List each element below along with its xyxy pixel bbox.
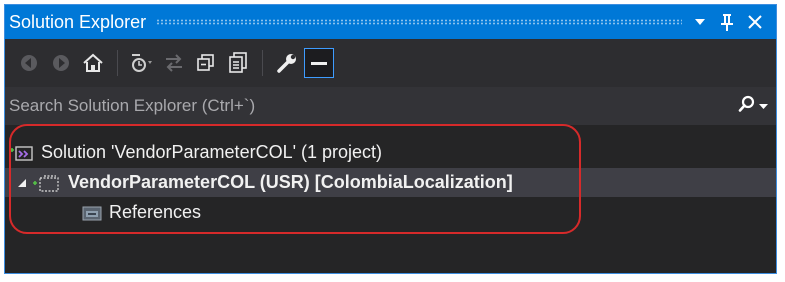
show-all-files-icon[interactable] xyxy=(224,49,252,77)
tree-item-label: Solution 'VendorParameterCOL' (1 project… xyxy=(41,142,383,162)
project-icon xyxy=(32,173,62,193)
pending-changes-filter-icon[interactable] xyxy=(128,49,156,77)
search-input[interactable] xyxy=(5,90,738,122)
search-button[interactable] xyxy=(738,95,776,118)
home-icon[interactable] xyxy=(79,49,107,77)
solution-tree: Solution 'VendorParameterCOL' (1 project… xyxy=(5,125,776,273)
tree-item-label: References xyxy=(109,202,202,222)
references-icon xyxy=(81,204,103,222)
tree-item-references[interactable]: References xyxy=(5,198,776,227)
back-icon[interactable] xyxy=(15,49,43,77)
title-grip[interactable] xyxy=(156,19,682,25)
toolbar xyxy=(5,39,776,87)
title-bar: Solution Explorer xyxy=(5,5,776,39)
forward-icon[interactable] xyxy=(47,49,75,77)
properties-wrench-icon[interactable] xyxy=(273,49,301,77)
toolbar-separator xyxy=(262,50,263,76)
panel-title: Solution Explorer xyxy=(9,11,147,32)
sync-with-active-document-icon[interactable] xyxy=(160,49,188,77)
dropdown-arrow-icon[interactable] xyxy=(694,17,706,27)
tree-item-solution[interactable]: Solution 'VendorParameterCOL' (1 project… xyxy=(5,138,776,167)
expand-triangle-icon[interactable] xyxy=(16,177,28,189)
search-icon[interactable] xyxy=(738,95,756,118)
search-options-dropdown-icon[interactable] xyxy=(759,97,768,115)
preview-selected-items-icon[interactable] xyxy=(304,48,334,78)
pin-icon[interactable] xyxy=(720,13,734,31)
tree-item-label: VendorParameterCOL (USR) [ColombiaLocali… xyxy=(68,172,513,192)
toolbar-separator xyxy=(117,50,118,76)
collapse-all-icon[interactable] xyxy=(192,49,220,77)
close-icon[interactable] xyxy=(748,15,762,29)
solution-icon xyxy=(9,143,35,163)
search-bar xyxy=(5,87,776,125)
solution-explorer-panel: Solution Explorer Search Solution Explor… xyxy=(4,4,777,274)
tree-item-project[interactable]: VendorParameterCOL (USR) [ColombiaLocali… xyxy=(5,168,776,197)
